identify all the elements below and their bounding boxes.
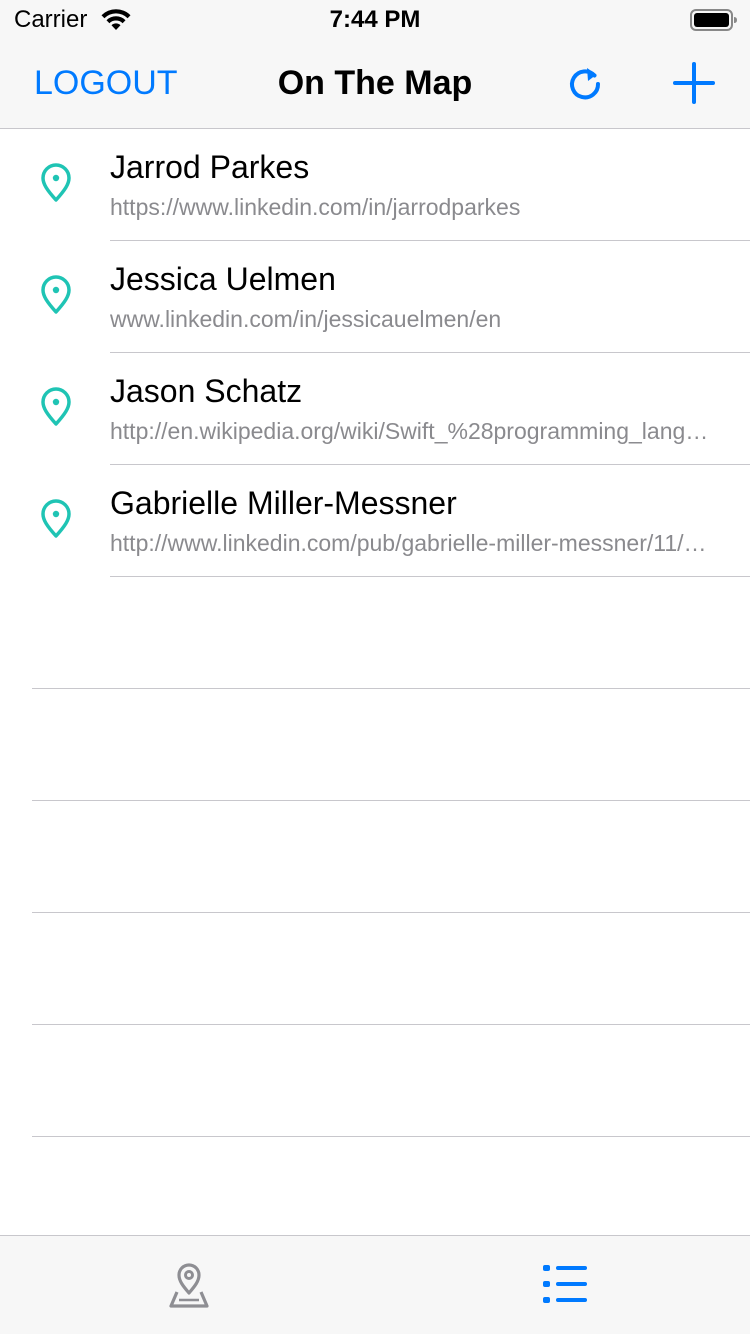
list-item[interactable]: Jessica Uelmen www.linkedin.com/in/jessi… [0, 241, 750, 353]
student-name: Jessica Uelmen [110, 261, 336, 297]
empty-row [0, 801, 750, 913]
location-pin-icon [41, 499, 71, 538]
student-url: http://en.wikipedia.org/wiki/Swift_%28pr… [110, 418, 718, 444]
tab-bar [0, 1235, 750, 1334]
empty-row [0, 689, 750, 801]
status-bar: Carrier 7:44 PM [0, 0, 750, 40]
location-pin-icon [41, 275, 71, 314]
student-name: Gabrielle Miller-Messner [110, 485, 457, 521]
student-name: Jarrod Parkes [110, 149, 310, 185]
empty-row [0, 577, 750, 689]
student-name: Jason Schatz [110, 373, 303, 409]
student-url: http://www.linkedin.com/pub/gabrielle-mi… [110, 530, 718, 556]
battery-icon [690, 9, 737, 31]
list-item[interactable]: Jarrod Parkes https://www.linkedin.com/i… [0, 129, 750, 241]
plus-icon[interactable] [671, 60, 717, 106]
list-icon[interactable] [541, 1262, 589, 1306]
location-pin-icon [41, 163, 71, 202]
location-pin-icon [41, 387, 71, 426]
student-list: Jarrod Parkes https://www.linkedin.com/i… [0, 129, 750, 1235]
status-time: 7:44 PM [329, 6, 421, 33]
list-item[interactable]: Jason Schatz http://en.wikipedia.org/wik… [0, 353, 750, 465]
navigation-bar: LOGOUT On The Map [0, 40, 750, 129]
logout-button[interactable]: LOGOUT [34, 64, 178, 103]
screen: Carrier 7:44 PM LOGOUT On The Map Jarrod… [0, 0, 750, 1334]
list-item[interactable]: Gabrielle Miller-Messner http://www.link… [0, 465, 750, 577]
student-url: www.linkedin.com/in/jessicauelmen/en [110, 306, 502, 332]
row-divider [32, 1136, 750, 1137]
map-pin-icon[interactable] [164, 1260, 214, 1310]
refresh-icon[interactable] [563, 62, 607, 106]
empty-row [0, 913, 750, 1025]
empty-row [0, 1025, 750, 1137]
student-url: https://www.linkedin.com/in/jarrodparkes [110, 194, 521, 220]
